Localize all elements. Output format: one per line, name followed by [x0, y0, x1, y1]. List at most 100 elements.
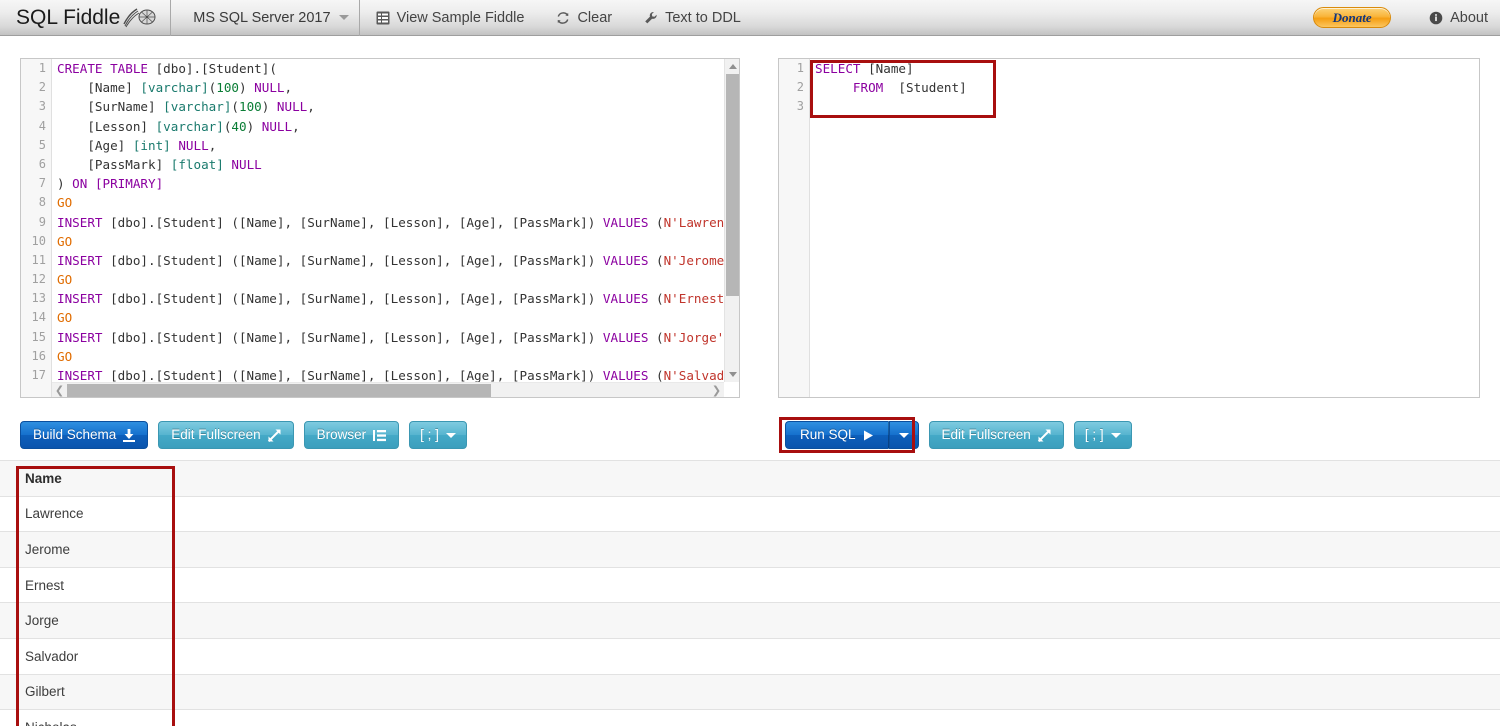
code-token: NULL	[178, 138, 208, 153]
query-delimiter-button[interactable]: [ ; ]	[1074, 421, 1132, 449]
expand-arrow-icon	[268, 429, 281, 442]
code-token: N'Jorge'	[664, 330, 725, 345]
table-cell-filler	[175, 710, 1500, 726]
schema-horizontal-scrollbar[interactable]: ❮ ❯	[52, 382, 724, 397]
schema-code-area[interactable]: 1234567891011121314151617 CREATE TABLE […	[21, 59, 739, 397]
line-number: 3	[779, 97, 809, 116]
brand-logo[interactable]: SQL Fiddle	[0, 0, 170, 36]
schema-vertical-scrollbar[interactable]	[724, 59, 739, 382]
browser-button[interactable]: Browser	[304, 421, 400, 449]
edit-fullscreen-query-button[interactable]: Edit Fullscreen	[929, 421, 1064, 449]
line-number: 2	[21, 78, 51, 97]
code-token: [Age]	[57, 138, 133, 153]
code-line[interactable]: GO	[57, 270, 739, 289]
table-cell: Jorge	[0, 603, 175, 639]
code-token: 100	[239, 99, 262, 114]
line-number: 12	[21, 270, 51, 289]
scroll-right-icon[interactable]: ❯	[709, 383, 724, 398]
table-cell: Nicholas	[0, 710, 175, 726]
code-line[interactable]	[815, 97, 1479, 116]
schema-vscroll-thumb[interactable]	[726, 74, 739, 296]
line-number: 1	[779, 59, 809, 78]
code-token: VALUES	[603, 368, 649, 383]
database-select[interactable]: MS SQL Server 2017	[171, 0, 358, 36]
code-line[interactable]: [Name] [varchar](100) NULL,	[57, 78, 739, 97]
results-table-body: LawrenceJeromeErnestJorgeSalvadorGilbert…	[0, 496, 1500, 726]
main-content: 1234567891011121314151617 CREATE TABLE […	[0, 36, 1500, 726]
code-token: [PRIMARY]	[95, 176, 163, 191]
code-token: (	[648, 291, 663, 306]
schema-ddl-editor[interactable]: 1234567891011121314151617 CREATE TABLE […	[20, 58, 740, 398]
table-row[interactable]: Lawrence	[0, 496, 1500, 532]
code-token: GO	[57, 310, 72, 325]
code-line[interactable]: [Age] [int] NULL,	[57, 136, 739, 155]
table-row[interactable]: Jorge	[0, 603, 1500, 639]
brand-title: SQL Fiddle	[16, 7, 120, 28]
code-token: VALUES	[603, 291, 649, 306]
donate-button[interactable]: Donate	[1313, 7, 1391, 28]
scroll-left-icon[interactable]: ❮	[52, 383, 67, 398]
results-grid[interactable]: Name LawrenceJeromeErnestJorgeSalvadorGi…	[0, 460, 1500, 726]
code-line[interactable]: FROM [Student]	[815, 78, 1479, 97]
code-token: (	[231, 99, 239, 114]
build-schema-label: Build Schema	[33, 428, 116, 442]
chevron-down-icon	[339, 15, 349, 20]
schema-delimiter-button[interactable]: [ ; ]	[409, 421, 467, 449]
build-schema-button[interactable]: Build Schema	[20, 421, 148, 449]
code-line[interactable]: INSERT [dbo].[Student] ([Name], [SurName…	[57, 251, 739, 270]
code-line[interactable]: CREATE TABLE [dbo].[Student](	[57, 59, 739, 78]
code-line[interactable]: GO	[57, 232, 739, 251]
table-row[interactable]: Jerome	[0, 532, 1500, 568]
query-sql-editor[interactable]: 123 SELECT [Name] FROM [Student]	[778, 58, 1480, 398]
table-row[interactable]: Gilbert	[0, 674, 1500, 710]
table-header-row: Name	[0, 461, 1500, 497]
info-circle-icon	[1429, 11, 1443, 25]
text-to-ddl-button[interactable]: Text to DDL	[628, 0, 757, 36]
code-line[interactable]: INSERT [dbo].[Student] ([Name], [SurName…	[57, 289, 739, 308]
scroll-down-icon[interactable]	[725, 367, 740, 382]
table-row[interactable]: Nicholas	[0, 710, 1500, 726]
table-row[interactable]: Ernest	[0, 567, 1500, 603]
line-number: 2	[779, 78, 809, 97]
query-code-area[interactable]: 123 SELECT [Name] FROM [Student]	[779, 59, 1479, 397]
results-table: Name LawrenceJeromeErnestJorgeSalvadorGi…	[0, 460, 1500, 726]
code-token: NULL	[262, 119, 292, 134]
header-right-group: Donate About	[1313, 0, 1500, 36]
database-select-label: MS SQL Server 2017	[193, 10, 330, 26]
schema-panel: 1234567891011121314151617 CREATE TABLE […	[20, 58, 740, 398]
code-line[interactable]: GO	[57, 308, 739, 327]
line-number: 9	[21, 213, 51, 232]
wrench-icon	[644, 11, 658, 25]
column-header[interactable]: Name	[0, 461, 175, 497]
code-token: INSERT	[57, 291, 103, 306]
code-token	[815, 80, 853, 95]
clear-button[interactable]: Clear	[540, 0, 628, 36]
code-token: FROM	[853, 80, 883, 95]
code-line[interactable]: INSERT [dbo].[Student] ([Name], [SurName…	[57, 213, 739, 232]
schema-code-lines[interactable]: CREATE TABLE [dbo].[Student]( [Name] [va…	[57, 59, 739, 397]
schema-hscroll-thumb[interactable]	[67, 384, 491, 397]
code-line[interactable]: GO	[57, 193, 739, 212]
code-line[interactable]: [PassMark] [float] NULL	[57, 155, 739, 174]
query-code-lines[interactable]: SELECT [Name] FROM [Student]	[815, 59, 1479, 397]
code-line[interactable]: INSERT [dbo].[Student] ([Name], [SurName…	[57, 328, 739, 347]
code-line[interactable]: SELECT [Name]	[815, 59, 1479, 78]
code-token: VALUES	[603, 253, 649, 268]
results-table-head: Name	[0, 461, 1500, 497]
run-sql-button[interactable]: Run SQL	[785, 421, 889, 449]
about-button[interactable]: About	[1413, 0, 1488, 36]
code-token: [SurName]	[57, 99, 163, 114]
view-sample-fiddle-button[interactable]: View Sample Fiddle	[360, 0, 541, 36]
code-line[interactable]: ) ON [PRIMARY]	[57, 174, 739, 193]
run-sql-dropdown-button[interactable]	[889, 421, 919, 449]
code-token: (	[648, 215, 663, 230]
scroll-up-icon[interactable]	[725, 59, 740, 74]
table-cell-filler	[175, 603, 1500, 639]
code-line[interactable]: [Lesson] [varchar](40) NULL,	[57, 117, 739, 136]
table-row[interactable]: Salvador	[0, 638, 1500, 674]
code-token: [dbo].[Student] ([Name], [SurName], [Les…	[103, 215, 603, 230]
code-line[interactable]: GO	[57, 347, 739, 366]
code-line[interactable]: [SurName] [varchar](100) NULL,	[57, 97, 739, 116]
edit-fullscreen-schema-button[interactable]: Edit Fullscreen	[158, 421, 293, 449]
refresh-icon	[556, 11, 570, 25]
